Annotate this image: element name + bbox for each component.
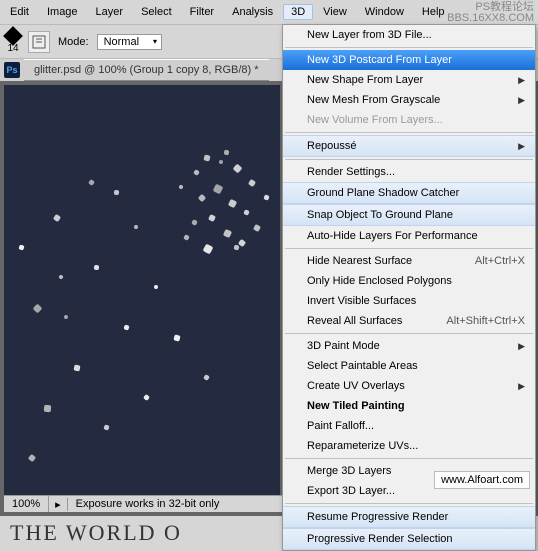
menu-item[interactable]: Reparameterize UVs... bbox=[283, 436, 535, 456]
menu-item[interactable]: New Layer from 3D File... bbox=[283, 25, 535, 45]
menu-view[interactable]: View bbox=[315, 4, 355, 20]
menu-select[interactable]: Select bbox=[133, 4, 180, 20]
menu-item[interactable]: Create UV Overlays▶ bbox=[283, 376, 535, 396]
brush-preset-icon[interactable] bbox=[3, 26, 23, 46]
menu-item[interactable]: New Mesh From Grayscale▶ bbox=[283, 90, 535, 110]
document-tab[interactable]: glitter.psd @ 100% (Group 1 copy 8, RGB/… bbox=[24, 59, 269, 81]
menu-edit[interactable]: Edit bbox=[2, 4, 37, 20]
zoom-level[interactable]: 100% bbox=[4, 496, 49, 512]
menu-item[interactable]: Invert Visible Surfaces bbox=[283, 291, 535, 311]
submenu-arrow-icon: ▶ bbox=[518, 381, 525, 392]
photoshop-badge-icon: Ps bbox=[4, 62, 20, 78]
menu-item[interactable]: Ground Plane Shadow Catcher bbox=[283, 182, 535, 204]
menu-item[interactable]: New 3D Postcard From Layer bbox=[283, 50, 535, 70]
menu-window[interactable]: Window bbox=[357, 4, 412, 20]
blend-mode-select[interactable]: Normal ▾ bbox=[97, 34, 162, 50]
menu-item[interactable]: Reveal All SurfacesAlt+Shift+Ctrl+X bbox=[283, 311, 535, 331]
menu-item[interactable]: New Shape From Layer▶ bbox=[283, 70, 535, 90]
menu-item: New Volume From Layers... bbox=[283, 110, 535, 130]
menu-item[interactable]: Only Hide Enclosed Polygons bbox=[283, 271, 535, 291]
menu-item[interactable]: 3D Paint Mode▶ bbox=[283, 336, 535, 356]
menu-item[interactable]: Paint Falloff... bbox=[283, 416, 535, 436]
menu-filter[interactable]: Filter bbox=[182, 4, 222, 20]
menu-item[interactable]: Resume Progressive Render bbox=[283, 506, 535, 528]
menu-analysis[interactable]: Analysis bbox=[224, 4, 281, 20]
menu-item[interactable]: Snap Object To Ground Plane bbox=[283, 204, 535, 226]
toggle-panel-icon[interactable] bbox=[28, 31, 50, 53]
submenu-arrow-icon: ▶ bbox=[518, 341, 525, 352]
site-watermark: www.Alfoart.com bbox=[434, 471, 530, 489]
menu-item[interactable]: New Tiled Painting bbox=[283, 396, 535, 416]
status-flyout-icon[interactable]: ▸ bbox=[49, 498, 68, 511]
site-watermark-top: PS教程论坛 BBS.16XX8.COM bbox=[447, 2, 534, 24]
menu-item[interactable]: Progressive Render Selection bbox=[283, 528, 535, 550]
menu-item[interactable]: Render Settings... bbox=[283, 162, 535, 182]
menu-layer[interactable]: Layer bbox=[88, 4, 132, 20]
menu-item[interactable]: Repoussé▶ bbox=[283, 135, 535, 157]
menu-item[interactable]: Hide Nearest SurfaceAlt+Ctrl+X bbox=[283, 251, 535, 271]
menu-item[interactable]: Auto-Hide Layers For Performance bbox=[283, 226, 535, 246]
submenu-arrow-icon: ▶ bbox=[518, 141, 525, 152]
menu-image[interactable]: Image bbox=[39, 4, 86, 20]
submenu-arrow-icon: ▶ bbox=[518, 75, 525, 86]
glitter-cluster bbox=[169, 145, 279, 265]
mode-label: Mode: bbox=[58, 36, 89, 48]
submenu-arrow-icon: ▶ bbox=[518, 95, 525, 106]
menu-item[interactable]: Select Paintable Areas bbox=[283, 356, 535, 376]
menu-3d[interactable]: 3D bbox=[283, 4, 313, 20]
document-canvas[interactable]: // generate glitter dots (function(){ co… bbox=[4, 85, 280, 495]
